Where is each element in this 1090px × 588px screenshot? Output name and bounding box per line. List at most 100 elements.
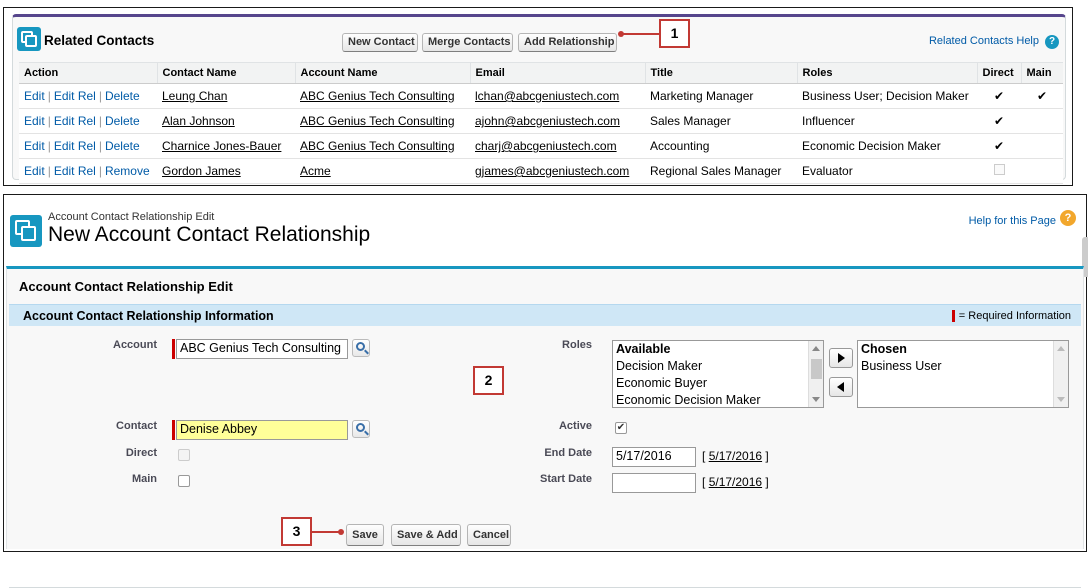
column-header-email[interactable]: Email bbox=[469, 62, 645, 84]
related-contacts-help-link[interactable]: Related Contacts Help bbox=[929, 35, 1039, 47]
table-row: Edit | Edit Rel | Delete Leung Chan ABC Genius… bbox=[19, 83, 1063, 109]
action-link-delete[interactable]: Delete bbox=[105, 114, 140, 128]
cell-roles-text: Economic Decision Maker bbox=[797, 133, 977, 159]
cell-email-link: charj@abcgeniustech.com bbox=[470, 133, 645, 159]
help-icon[interactable]: ? bbox=[1060, 210, 1076, 226]
contact-lookup-icon[interactable] bbox=[352, 420, 370, 438]
remove-role-button[interactable] bbox=[829, 377, 853, 397]
cell-account-name-link: ABC Genius Tech Consulting bbox=[295, 83, 470, 109]
action-link-remove[interactable]: Remove bbox=[105, 164, 150, 178]
action-link-delete[interactable]: Delete bbox=[105, 89, 140, 103]
contact-name-link[interactable]: Gordon James bbox=[162, 164, 241, 178]
action-link-edit[interactable]: Edit bbox=[24, 164, 45, 178]
email-link[interactable]: charj@abcgeniustech.com bbox=[475, 139, 617, 153]
cell-title-text: Sales Manager bbox=[645, 108, 797, 134]
column-header-main[interactable]: Main bbox=[1020, 62, 1063, 84]
end-date-today-link: [ 5/17/2016 ] bbox=[702, 449, 769, 463]
help-for-page-link[interactable]: Help for this Page bbox=[969, 215, 1056, 227]
related-contacts-title: Related Contacts bbox=[44, 33, 155, 48]
start-date-input[interactable] bbox=[612, 473, 696, 493]
cell-main bbox=[1021, 158, 1063, 184]
cell-roles-text: Influencer bbox=[797, 108, 977, 134]
column-header-roles[interactable]: Roles bbox=[796, 62, 977, 84]
email-link[interactable]: gjames@abcgeniustech.com bbox=[475, 164, 629, 178]
add-relationship-button[interactable]: Add Relationship bbox=[518, 33, 617, 52]
callout-2: 2 bbox=[473, 366, 504, 395]
account-lookup-icon[interactable] bbox=[352, 339, 370, 357]
list-item[interactable]: Business User bbox=[858, 358, 1068, 375]
account-name-link[interactable]: ABC Genius Tech Consulting bbox=[300, 89, 455, 103]
cell-account-name-link: Acme bbox=[295, 158, 470, 184]
email-link[interactable]: lchan@abcgeniustech.com bbox=[475, 89, 619, 103]
column-header-title[interactable]: Title bbox=[644, 62, 797, 84]
add-role-button[interactable] bbox=[829, 348, 853, 368]
action-link-edit[interactable]: Edit bbox=[24, 139, 45, 153]
action-link-edit-rel[interactable]: Edit Rel bbox=[54, 139, 96, 153]
roles-chosen-list[interactable]: Chosen Business User bbox=[857, 340, 1069, 408]
list-item[interactable]: Economic Decision Maker bbox=[613, 392, 823, 407]
list-item[interactable]: Decision Maker bbox=[613, 358, 823, 375]
main-checkbox[interactable] bbox=[178, 475, 190, 487]
cancel-button[interactable]: Cancel bbox=[467, 524, 511, 546]
cell-main: ✔ bbox=[1021, 83, 1063, 109]
active-label: Active bbox=[558, 420, 592, 432]
separator: | bbox=[47, 89, 51, 103]
email-link[interactable]: ajohn@abcgeniustech.com bbox=[475, 114, 620, 128]
start-date-today-link-text[interactable]: 5/17/2016 bbox=[709, 475, 762, 489]
cell-account-name-link: ABC Genius Tech Consulting bbox=[295, 133, 470, 159]
end-date-input[interactable]: 5/17/2016 bbox=[612, 447, 696, 467]
account-name-link[interactable]: ABC Genius Tech Consulting bbox=[300, 139, 455, 153]
action-link-edit[interactable]: Edit bbox=[24, 114, 45, 128]
column-header-account-name[interactable]: Account Name bbox=[294, 62, 470, 84]
callout-1-line bbox=[621, 33, 661, 35]
roles-text: Influencer bbox=[802, 114, 855, 128]
action-link-edit-rel[interactable]: Edit Rel bbox=[54, 114, 96, 128]
help-icon[interactable]: ? bbox=[1045, 35, 1059, 49]
bracket: [ bbox=[702, 449, 706, 463]
roles-available-list[interactable]: Available Decision Maker Economic Buyer … bbox=[612, 340, 824, 408]
column-header-direct[interactable]: Direct bbox=[976, 62, 1021, 84]
separator: | bbox=[98, 164, 102, 178]
list-header: Chosen bbox=[861, 342, 907, 356]
start-date-label: Start Date bbox=[540, 473, 592, 485]
table-row: Edit | Edit Rel | Delete Charnice Jones-Bauer… bbox=[19, 133, 1063, 159]
row-actions: Edit | Edit Rel | Delete bbox=[19, 108, 157, 134]
save-and-add-button[interactable]: Save & Add bbox=[391, 524, 461, 546]
action-link-edit-rel[interactable]: Edit Rel bbox=[54, 164, 96, 178]
contact-name-link[interactable]: Leung Chan bbox=[162, 89, 227, 103]
callout-3-dot bbox=[338, 529, 344, 535]
start-date-today-link: [ 5/17/2016 ] bbox=[702, 475, 769, 489]
contact-input[interactable]: Denise Abbey bbox=[176, 420, 348, 440]
active-checkbox[interactable]: ✔ bbox=[615, 422, 627, 434]
cell-account-name-link: ABC Genius Tech Consulting bbox=[295, 108, 470, 134]
action-link-edit[interactable]: Edit bbox=[24, 89, 45, 103]
action-link-edit-rel[interactable]: Edit Rel bbox=[54, 89, 96, 103]
action-link-delete[interactable]: Delete bbox=[105, 139, 140, 153]
account-name-link[interactable]: ABC Genius Tech Consulting bbox=[300, 114, 455, 128]
merge-contacts-button[interactable]: Merge Contacts bbox=[422, 33, 513, 52]
list-item[interactable]: Economic Buyer bbox=[613, 375, 823, 392]
direct-checkbox bbox=[178, 449, 190, 461]
separator: | bbox=[98, 114, 102, 128]
scrollbar[interactable] bbox=[808, 341, 823, 407]
contact-name-link[interactable]: Alan Johnson bbox=[162, 114, 235, 128]
cell-main bbox=[1021, 133, 1063, 159]
new-contact-button[interactable]: New Contact bbox=[342, 33, 418, 52]
contact-name-link[interactable]: Charnice Jones-Bauer bbox=[162, 139, 281, 153]
end-date-label: End Date bbox=[544, 447, 592, 459]
related-contacts-table: Action Contact Name Account Name Email T… bbox=[19, 62, 1063, 184]
scrollbar[interactable] bbox=[1053, 341, 1068, 407]
account-name-link[interactable]: Acme bbox=[300, 164, 331, 178]
callout-3: 3 bbox=[281, 517, 312, 546]
column-header-contact-name[interactable]: Contact Name bbox=[156, 62, 295, 84]
cell-direct: ✔ bbox=[977, 83, 1021, 109]
account-label: Account bbox=[113, 339, 157, 351]
cell-contact-name-link: Gordon James bbox=[157, 158, 295, 184]
title-text: Accounting bbox=[650, 139, 710, 153]
related-contacts-panel: Related Contacts New Contact Merge Conta… bbox=[3, 7, 1073, 186]
end-date-today-link-text[interactable]: 5/17/2016 bbox=[709, 449, 762, 463]
save-button[interactable]: Save bbox=[346, 524, 384, 546]
cell-email-link: lchan@abcgeniustech.com bbox=[470, 83, 645, 109]
account-input[interactable]: ABC Genius Tech Consulting bbox=[176, 339, 348, 359]
roles-text: Business User; Decision Maker bbox=[802, 89, 969, 103]
